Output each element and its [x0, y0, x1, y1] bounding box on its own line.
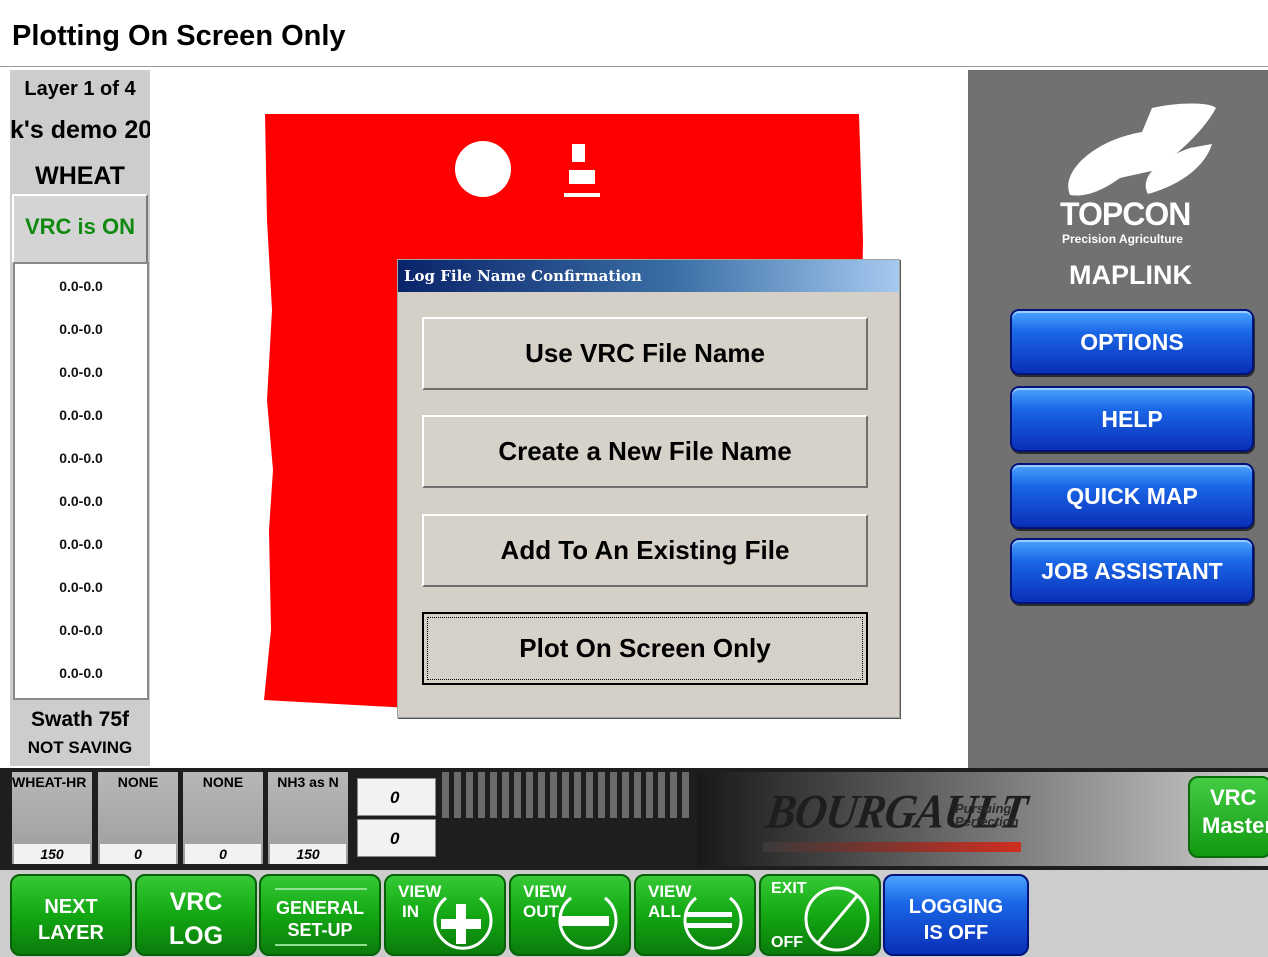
coverage-gap [572, 144, 585, 162]
swath-width: Swath 75f [30, 708, 130, 731]
add-to-existing-file-button[interactable]: Add To An Existing File [422, 514, 868, 587]
left-info-panel: Layer 1 of 4 k's demo 20 WHEAT VRC is ON… [10, 70, 150, 766]
general-setup-label-2: SET-UP [287, 920, 353, 940]
log-file-dialog: Log File Name Confirmation Use VRC File … [397, 259, 900, 718]
general-setup-button[interactable]: GENERAL SET-UP [259, 874, 381, 956]
topcon-logo-icon [1068, 103, 1216, 196]
tank-4[interactable]: NH3 as N 150 [268, 772, 348, 864]
tank-3[interactable]: NONE 0 [183, 772, 263, 864]
tank-name: NONE [117, 774, 159, 790]
tank-name: NONE [202, 774, 244, 790]
bourgault-stripe [763, 842, 1021, 852]
topcon-subtitle: Precision Agriculture [1062, 232, 1183, 246]
general-setup-divider [275, 944, 367, 946]
logging-label-1: LOGGING [908, 896, 1004, 918]
bourgault-banner: BOURGAULT Pursuing Perfection [697, 772, 1268, 866]
bottom-toolbar: NEXT LAYER VRC LOG GENERAL SET-UP VIEW I… [0, 870, 1268, 957]
job-assistant-button[interactable]: JOB ASSISTANT [1010, 538, 1254, 604]
coverage-gap [455, 141, 511, 197]
tagline-line-2: Perfection [955, 814, 1019, 829]
vrc-master-line-1: VRC [1210, 785, 1257, 810]
vrc-status: VRC is ON [24, 214, 136, 239]
exit-button[interactable]: EXIT OFF [759, 874, 881, 956]
zoom-in-icon [433, 896, 493, 950]
general-setup-divider [275, 888, 367, 890]
tank-rate: 150 [14, 844, 90, 864]
quick-map-button[interactable]: QUICK MAP [1010, 463, 1254, 529]
power-off-icon [804, 886, 870, 952]
counter-bottom: 0 [357, 819, 436, 857]
zoom-out-icon [558, 896, 618, 950]
view-in-button[interactable]: VIEW IN [384, 874, 506, 956]
next-layer-label-1: NEXT [44, 896, 98, 918]
tank-rate: 0 [185, 844, 261, 864]
view-all-button[interactable]: VIEW ALL [634, 874, 756, 956]
tank-rate: 0 [100, 844, 176, 864]
logging-button[interactable]: LOGGING IS OFF [883, 874, 1029, 956]
help-button[interactable]: HELP [1010, 386, 1254, 452]
rate-item: 0.0-0.0 [59, 665, 103, 681]
vrc-status-box[interactable]: VRC is ON [12, 194, 148, 264]
options-button[interactable]: OPTIONS [1010, 309, 1254, 375]
general-setup-label-1: GENERAL [275, 898, 364, 918]
rate-item: 0.0-0.0 [59, 278, 103, 294]
dialog-title: Log File Name Confirmation [404, 267, 642, 285]
view-in-label-2: IN [402, 902, 419, 921]
next-layer-button[interactable]: NEXT LAYER [10, 874, 132, 956]
layer-indicator: Layer 1 of 4 [24, 78, 136, 100]
vrc-log-label-1: VRC [169, 888, 223, 916]
vrc-master-line-2: Master [1202, 813, 1268, 838]
vrc-log-label-2: LOG [168, 922, 224, 950]
use-vrc-file-name-button[interactable]: Use VRC File Name [422, 317, 868, 390]
rates-list: 0.0-0.0 0.0-0.0 0.0-0.0 0.0-0.0 0.0-0.0 … [13, 262, 149, 700]
job-name: k's demo 20 [10, 116, 150, 144]
next-layer-label-2: LAYER [38, 922, 104, 944]
tank-rate: 150 [270, 844, 346, 864]
saving-status: NOT SAVING [27, 738, 133, 757]
rate-item: 0.0-0.0 [59, 493, 103, 509]
section-indicator [442, 772, 689, 818]
right-menu-panel: TOPCON Precision Agriculture MAPLINK OPT… [968, 70, 1268, 768]
coverage-gap [569, 170, 595, 184]
rate-item: 0.0-0.0 [59, 364, 103, 380]
rate-item: 0.0-0.0 [59, 536, 103, 552]
plot-on-screen-only-button[interactable]: Plot On Screen Only [422, 612, 868, 685]
logging-label-2: IS OFF [923, 922, 989, 944]
dialog-title-bar[interactable]: Log File Name Confirmation [398, 260, 899, 292]
create-new-file-name-button[interactable]: Create a New File Name [422, 415, 868, 488]
topcon-wordmark: TOPCON [1060, 196, 1191, 232]
tank-name: WHEAT-HR [12, 774, 87, 790]
tank-name: NH3 as N [277, 774, 339, 790]
view-out-button[interactable]: VIEW OUT [509, 874, 631, 956]
rate-item: 0.0-0.0 [59, 321, 103, 337]
status-strip: WHEAT-HR 150 NONE 0 NONE 0 NH3 as N 150 … [0, 768, 1268, 870]
title-bar: Plotting On Screen Only [0, 0, 1268, 67]
rate-item: 0.0-0.0 [59, 622, 103, 638]
crop-name: WHEAT [35, 162, 125, 190]
rate-item: 0.0-0.0 [59, 450, 103, 466]
rate-item: 0.0-0.0 [59, 407, 103, 423]
coverage-gap [564, 193, 600, 197]
tank-2[interactable]: NONE 0 [98, 772, 178, 864]
counter-top: 0 [357, 778, 436, 816]
tank-1[interactable]: WHEAT-HR 150 [12, 772, 92, 864]
product-name: MAPLINK [1069, 260, 1192, 290]
bourgault-tagline: Pursuing Perfection [955, 802, 1019, 828]
page-title: Plotting On Screen Only [12, 20, 346, 52]
rate-item: 0.0-0.0 [59, 579, 103, 595]
vrc-master-button[interactable]: VRC Master [1188, 776, 1268, 858]
view-all-icon [683, 896, 743, 950]
vrc-log-button[interactable]: VRC LOG [135, 874, 257, 956]
